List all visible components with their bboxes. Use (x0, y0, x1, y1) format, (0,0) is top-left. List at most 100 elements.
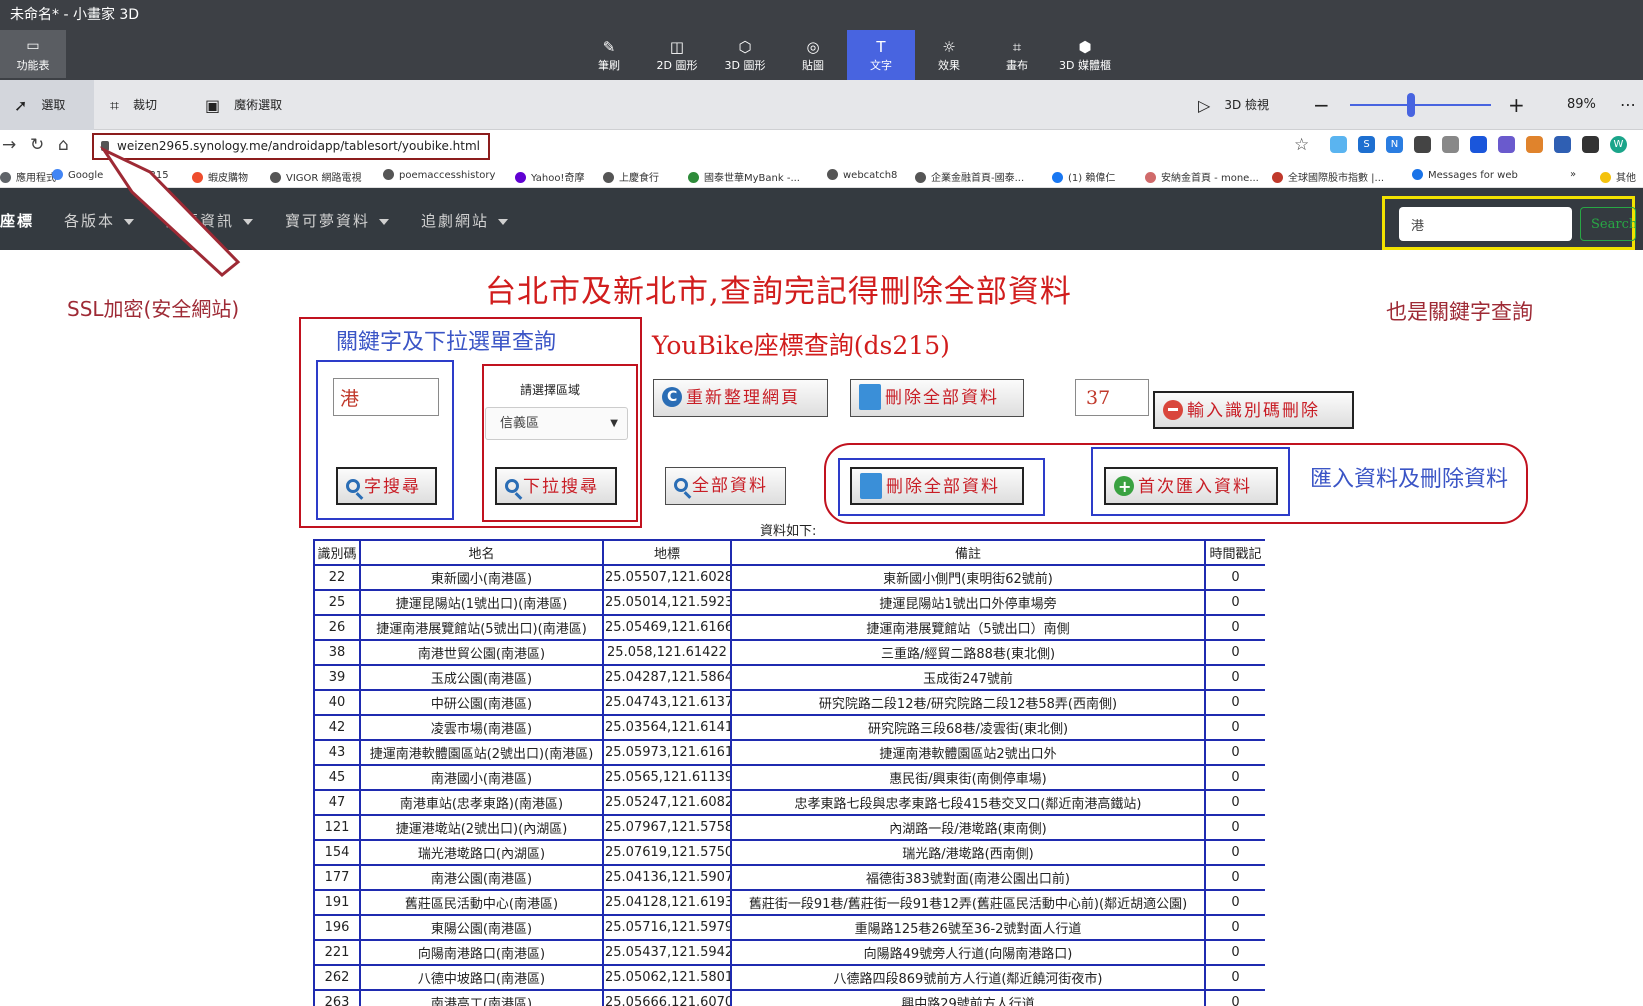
bookmark-item[interactable]: VIGOR 網路電視 (270, 169, 362, 184)
profile-avatar[interactable]: W (1610, 136, 1627, 153)
reload-label: 重新整理網頁 (686, 388, 800, 408)
table-row: 221 向陽南港路口(南港區) 25.05437,121.59423 向陽路49號旁人… (313, 939, 1265, 966)
keyword-search-button[interactable]: 字搜尋 (336, 467, 437, 505)
bookmark-item[interactable]: Messages for web (1412, 169, 1518, 181)
magnifier-icon (346, 479, 360, 493)
new-ext-icon[interactable]: N (1386, 136, 1403, 153)
bookmark-favicon-icon (1145, 172, 1156, 183)
star-icon[interactable]: ☆ (1294, 135, 1309, 155)
column-header[interactable]: 時間戳記 (1204, 539, 1265, 566)
book-ext-icon[interactable] (1554, 136, 1571, 153)
navbar-search-button[interactable]: Search (1580, 207, 1636, 241)
stickers-icon: ◎ (806, 38, 820, 56)
screenshot-ext-icon[interactable] (1442, 136, 1459, 153)
tool-tab-3d-library[interactable]: ⬢ 3D 媒體櫃 (1051, 30, 1119, 80)
orange-ext-icon[interactable] (1526, 136, 1543, 153)
bookmark-favicon-icon (1600, 172, 1611, 183)
bookmark-item[interactable]: 安納金首頁 - mone... (1145, 169, 1259, 184)
column-header[interactable]: 識別碼 (313, 539, 361, 566)
tool-tab-brush[interactable]: ✎ 筆刷 (575, 30, 643, 80)
nav-label: 追劇網站 (421, 212, 490, 230)
reload-icon[interactable]: ↻ (30, 135, 44, 155)
id-input[interactable] (1075, 379, 1149, 416)
dropdown-search-button[interactable]: 下拉搜尋 (495, 467, 617, 505)
keyword-search-label: 字搜尋 (364, 477, 421, 497)
bookmark-item[interactable]: » (1570, 169, 1576, 180)
nav-item-drama[interactable]: 追劇網站 (421, 210, 509, 231)
bookmark-item[interactable]: 上慶食行 (603, 169, 659, 184)
tool-tab-stickers[interactable]: ◎ 貼圖 (779, 30, 847, 80)
table-cell: 研究院路三段68巷/凌雲街(東北側) (730, 714, 1206, 741)
bookmark-item[interactable]: 全球國際股市指數 |... (1272, 169, 1384, 184)
puzzle-icon[interactable] (1582, 136, 1599, 153)
bookmark-item[interactable]: 國泰世華MyBank -... (688, 169, 800, 184)
tool-tab-3d-shapes[interactable]: ⬡ 3D 圖形 (711, 30, 779, 80)
bookmark-item[interactable]: 應用程式 (0, 169, 56, 184)
column-header[interactable]: 備註 (730, 539, 1206, 566)
bookmark-item[interactable]: Google (52, 169, 103, 181)
zoom-slider-track[interactable] (1350, 104, 1491, 106)
all-data-label: 全部資料 (692, 476, 768, 496)
nav-item-versions[interactable]: 各版本 (64, 210, 135, 231)
district-select[interactable]: 信義區 ▼ (485, 407, 628, 440)
table-cell: 0 (1204, 614, 1265, 641)
crop-button[interactable]: ⌗ 裁切 (110, 80, 157, 130)
table-cell: 0 (1204, 939, 1265, 966)
tool-tab-text[interactable]: T 文字 (847, 30, 915, 80)
tool-tab-canvas[interactable]: ⌗ 畫布 (983, 30, 1051, 80)
s-ext-icon[interactable]: S (1358, 136, 1375, 153)
caret-down-icon (243, 219, 254, 225)
table-cell: 玉成公園(南港區) (359, 664, 604, 691)
zoom-out-button[interactable]: − (1313, 80, 1330, 130)
bookmark-item[interactable]: 企業金融首頁-國泰... (915, 169, 1024, 184)
reload-page-button[interactable]: 重新整理網頁 (653, 379, 828, 417)
bookmark-item[interactable]: ds215 (122, 169, 169, 181)
navbar-brand[interactable]: 座標 (0, 210, 34, 231)
nav-item-stocks[interactable]: 股票資訊 (166, 210, 254, 231)
table-cell: 25.04136,121.59073 (602, 864, 732, 891)
navbar-search-input[interactable] (1399, 207, 1572, 241)
delete-all-bottom-button[interactable]: 刪除全部資料 (850, 467, 1024, 505)
magic-select-icon: ▣ (205, 95, 221, 115)
zoom-slider-thumb[interactable] (1407, 93, 1415, 117)
column-header[interactable]: 地標 (602, 539, 732, 566)
menu-button[interactable]: ▭ 功能表 (0, 30, 66, 78)
column-header[interactable]: 地名 (359, 539, 604, 566)
table-cell: 0 (1204, 989, 1265, 1006)
first-import-button[interactable]: 首次匯入資料 (1104, 467, 1278, 505)
select-tool-button[interactable]: ➚ 選取 (0, 80, 94, 130)
tool-tab-2d-shapes[interactable]: ◫ 2D 圖形 (643, 30, 711, 80)
url-text: weizen2965.synology.me/androidapp/tables… (117, 139, 480, 153)
address-bar[interactable]: weizen2965.synology.me/androidapp/tables… (92, 133, 490, 160)
cloud-ext-icon[interactable] (1330, 136, 1347, 153)
more-options-icon[interactable]: ⋯ (1620, 80, 1636, 130)
bookmark-item[interactable]: poemaccesshistory (383, 169, 495, 181)
window-title: 未命名* - 小畫家 3D (10, 7, 140, 23)
bookmark-item[interactable]: 蝦皮購物 (192, 169, 248, 184)
bookmark-item[interactable]: Yahoo!奇摩 (515, 169, 584, 184)
bookmark-item[interactable]: webcatch8 (827, 169, 897, 181)
blue-ext-icon[interactable] (1470, 136, 1487, 153)
table-cell: 25.058,121.61422 (602, 639, 732, 666)
keyword-input[interactable] (333, 378, 439, 416)
bookmark-item[interactable]: (1) 賴偉仁 (1052, 169, 1115, 184)
3d-view-button[interactable]: ▷ 3D 檢視 (1198, 80, 1269, 130)
tool-tab-effects[interactable]: ☼ 效果 (915, 30, 983, 80)
home-icon[interactable]: ⌂ (58, 135, 69, 155)
table-cell: 八德中坡路口(南港區) (359, 964, 604, 991)
bookmark-favicon-icon (915, 172, 926, 183)
translate-ext-icon[interactable] (1414, 136, 1431, 153)
nav-item-pokemon[interactable]: 寶可夢資料 (285, 210, 390, 231)
first-import-label: 首次匯入資料 (1138, 477, 1252, 497)
forward-icon[interactable]: → (2, 135, 16, 155)
delete-all-top-button[interactable]: 刪除全部資料 (850, 379, 1024, 417)
table-cell: 0 (1204, 739, 1265, 766)
bookmark-item[interactable]: 其他 (1600, 169, 1636, 184)
zoom-in-button[interactable]: + (1508, 80, 1525, 130)
chat-ext-icon[interactable] (1498, 136, 1515, 153)
navbar-search-highlight: Search (1382, 196, 1636, 250)
all-data-button[interactable]: 全部資料 (665, 467, 786, 505)
magic-select-button[interactable]: ▣ 魔術選取 (205, 80, 282, 130)
table-cell: 興中路29號前方人行道 (730, 989, 1206, 1006)
delete-by-id-button[interactable]: 輸入識別碼刪除 (1153, 391, 1354, 429)
